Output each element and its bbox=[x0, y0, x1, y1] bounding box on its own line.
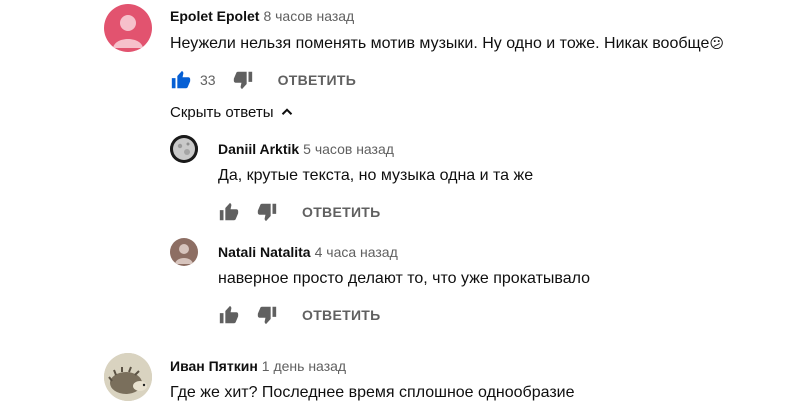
dislike-icon[interactable] bbox=[256, 201, 278, 223]
comment-thread: Epolet Epolet 8 часов назад Неужели нельз… bbox=[0, 0, 800, 100]
dislike-icon[interactable] bbox=[256, 304, 278, 326]
reply-thread: Natali Natalita 4 часа назад наверное про… bbox=[0, 233, 800, 333]
hide-replies-toggle[interactable]: Скрыть ответы bbox=[170, 103, 296, 121]
avatar[interactable] bbox=[170, 135, 198, 163]
author-name[interactable]: Daniil Arktik bbox=[218, 141, 299, 157]
comment-text: Неужели нельзя поменять мотив музыки. Ну… bbox=[170, 35, 724, 53]
reply-text: Да, крутые текста, но музыка одна и та ж… bbox=[218, 167, 534, 184]
reply-header: Daniil Arktik 5 часов назад bbox=[218, 141, 394, 157]
comment-header: Иван Пяткин 1 день назад bbox=[170, 358, 346, 374]
avatar[interactable] bbox=[104, 4, 152, 52]
user-avatar-icon bbox=[175, 244, 193, 264]
comment-body: Неужели нельзя поменять мотив музыки. Ну… bbox=[170, 35, 710, 52]
reply-button[interactable]: ОТВЕТИТЬ bbox=[278, 72, 357, 88]
like-icon[interactable] bbox=[218, 304, 240, 326]
hedgehog-avatar-icon bbox=[104, 353, 152, 401]
author-name[interactable]: Epolet Epolet bbox=[170, 8, 259, 24]
timestamp[interactable]: 8 часов назад bbox=[263, 8, 354, 24]
timestamp[interactable]: 1 день назад bbox=[262, 358, 346, 374]
reply-text: наверное просто делают то, что уже прока… bbox=[218, 270, 591, 287]
avatar[interactable] bbox=[104, 353, 152, 401]
reply-actions: ОТВЕТИТЬ bbox=[218, 200, 381, 224]
comment-thread: Иван Пяткин 1 день назад Где же хит? Посл… bbox=[0, 345, 800, 407]
avatar[interactable] bbox=[170, 238, 198, 266]
comment-text: Где же хит? Последнее время сплошное одн… bbox=[170, 384, 575, 401]
author-name[interactable]: Natali Natalita bbox=[218, 244, 311, 260]
reply-actions: ОТВЕТИТЬ bbox=[218, 303, 381, 327]
like-icon[interactable] bbox=[170, 69, 192, 91]
reply-thread: Daniil Arktik 5 часов назад Да, крутые те… bbox=[0, 130, 800, 230]
hide-replies-label: Скрыть ответы bbox=[170, 103, 274, 121]
timestamp[interactable]: 5 часов назад bbox=[303, 141, 394, 157]
confused-emoji-icon: 😕 bbox=[709, 35, 724, 51]
chevron-up-icon bbox=[281, 108, 292, 115]
author-name[interactable]: Иван Пяткин bbox=[170, 358, 258, 374]
like-icon[interactable] bbox=[218, 201, 240, 223]
comment-header: Epolet Epolet 8 часов назад bbox=[170, 8, 354, 24]
comment-actions: 33 ОТВЕТИТЬ bbox=[170, 68, 356, 92]
moon-avatar-icon bbox=[170, 135, 198, 163]
like-count: 33 bbox=[200, 72, 216, 88]
reply-button[interactable]: ОТВЕТИТЬ bbox=[302, 307, 381, 323]
reply-header: Natali Natalita 4 часа назад bbox=[218, 244, 398, 260]
timestamp[interactable]: 4 часа назад bbox=[315, 244, 398, 260]
dislike-icon[interactable] bbox=[232, 69, 254, 91]
user-avatar-icon bbox=[113, 15, 143, 48]
reply-button[interactable]: ОТВЕТИТЬ bbox=[302, 204, 381, 220]
